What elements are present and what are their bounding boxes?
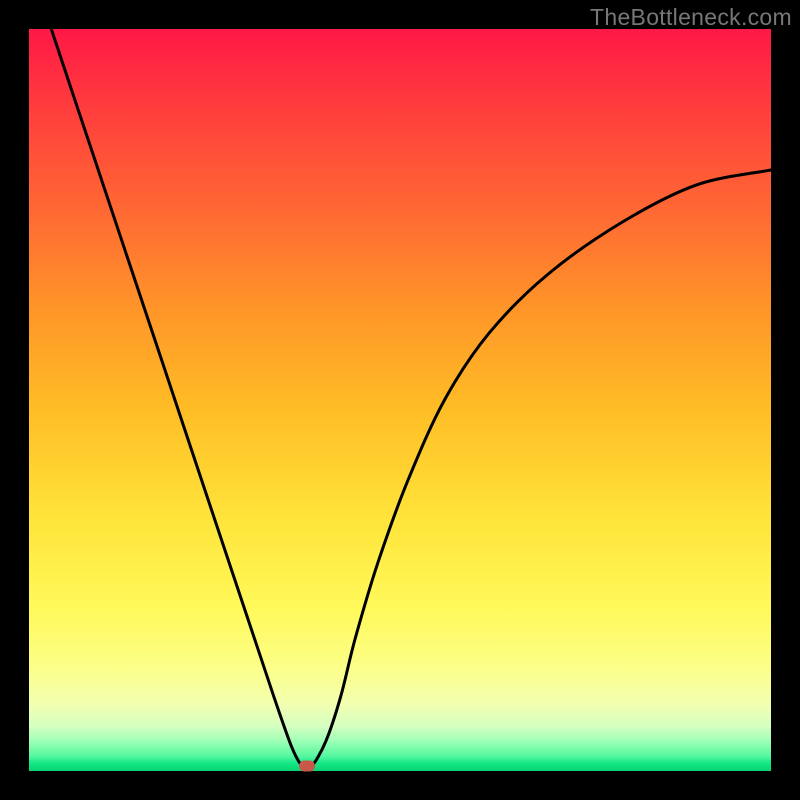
watermark-text: TheBottleneck.com bbox=[590, 4, 792, 31]
plot-area bbox=[29, 29, 771, 771]
minimum-marker bbox=[299, 760, 315, 771]
bottleneck-curve bbox=[29, 29, 771, 771]
chart-frame: TheBottleneck.com bbox=[0, 0, 800, 800]
